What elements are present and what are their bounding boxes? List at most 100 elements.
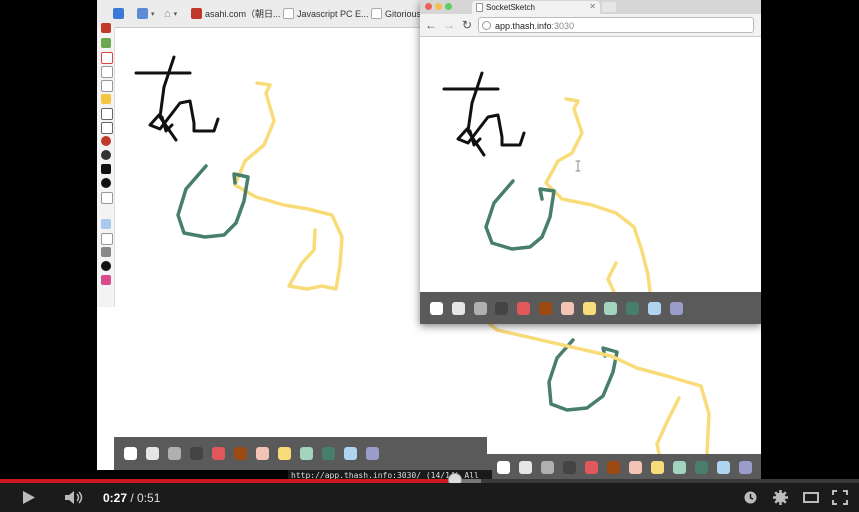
tab-socketsketch[interactable]: SocketSketch ✕ bbox=[472, 1, 600, 14]
volume-icon[interactable] bbox=[64, 490, 84, 505]
bookmark-label: asahi.com（朝日... bbox=[205, 9, 281, 19]
dropdown-arrow-icon: ▾ bbox=[151, 10, 155, 18]
color-swatch[interactable] bbox=[651, 461, 664, 474]
color-swatch[interactable] bbox=[124, 447, 137, 460]
back-arrow-icon[interactable]: ← bbox=[424, 17, 438, 33]
color-swatch[interactable] bbox=[629, 461, 642, 474]
color-swatch[interactable] bbox=[585, 461, 598, 474]
minimize-window-icon[interactable] bbox=[435, 3, 442, 10]
color-swatch[interactable] bbox=[560, 302, 574, 315]
heart-icon[interactable] bbox=[101, 275, 111, 285]
zoom-window-icon[interactable] bbox=[445, 3, 452, 10]
new-tab-button[interactable] bbox=[602, 2, 616, 12]
foreground-browser-window: SocketSketch ✕ ← → ↻ app.thash.info:3030 bbox=[420, 0, 761, 324]
dropdown-arrow-icon: ▾ bbox=[173, 10, 178, 18]
color-swatch[interactable] bbox=[366, 447, 379, 460]
file-icon[interactable] bbox=[101, 192, 113, 204]
color-swatch[interactable] bbox=[519, 461, 532, 474]
color-swatch[interactable] bbox=[497, 461, 510, 474]
watch-later-icon[interactable] bbox=[744, 491, 757, 504]
folder-icon[interactable] bbox=[101, 94, 111, 104]
time-display: 0:27 / 0:51 bbox=[103, 491, 160, 505]
color-swatch[interactable] bbox=[582, 302, 596, 315]
color-swatch[interactable] bbox=[322, 447, 335, 460]
bookmark-gitorious[interactable]: Gitorious bbox=[371, 6, 421, 21]
close-tab-icon[interactable]: ✕ bbox=[589, 2, 596, 11]
bookmark-item[interactable]: ⌂ ▾ bbox=[164, 6, 177, 21]
close-window-icon[interactable] bbox=[425, 3, 432, 10]
gray-app-icon[interactable] bbox=[101, 247, 111, 257]
amazon-icon[interactable] bbox=[101, 233, 113, 245]
color-swatch[interactable] bbox=[673, 461, 686, 474]
window-icon[interactable] bbox=[101, 219, 111, 229]
github-icon[interactable] bbox=[101, 150, 111, 160]
clipboard-icon[interactable] bbox=[101, 108, 113, 120]
bookmark-label: Gitorious bbox=[385, 8, 422, 19]
color-swatch[interactable] bbox=[541, 461, 554, 474]
evernote-icon[interactable] bbox=[101, 38, 111, 48]
chat-icon[interactable] bbox=[101, 66, 113, 78]
adobe-icon[interactable] bbox=[101, 23, 111, 33]
color-swatch[interactable] bbox=[300, 447, 313, 460]
bookmark-asahi[interactable]: asahi.com（朝日... bbox=[191, 6, 281, 21]
color-swatch[interactable] bbox=[739, 461, 752, 474]
color-swatch[interactable] bbox=[604, 302, 618, 315]
time-separator: / bbox=[127, 491, 138, 505]
color-swatch[interactable] bbox=[473, 302, 487, 315]
text-cursor-icon bbox=[575, 160, 581, 172]
globe-icon bbox=[482, 21, 491, 30]
extension-icon-column bbox=[97, 23, 115, 307]
color-swatch[interactable] bbox=[278, 447, 291, 460]
current-time: 0:27 bbox=[103, 491, 128, 505]
color-swatch[interactable] bbox=[648, 302, 661, 315]
pause-icon[interactable] bbox=[101, 164, 111, 174]
color-swatch[interactable] bbox=[669, 302, 683, 315]
theater-mode-icon[interactable] bbox=[803, 492, 819, 503]
gmail-icon[interactable] bbox=[101, 52, 113, 64]
octocat-icon[interactable] bbox=[101, 261, 111, 271]
camera-icon[interactable] bbox=[101, 122, 113, 134]
color-swatch[interactable] bbox=[626, 302, 640, 315]
drawing-canvas[interactable] bbox=[487, 324, 761, 454]
bookmark-item[interactable]: ▾ bbox=[137, 6, 155, 21]
color-swatch[interactable] bbox=[717, 461, 730, 474]
color-swatch[interactable] bbox=[539, 302, 552, 315]
color-swatch[interactable] bbox=[256, 447, 269, 460]
color-swatch[interactable] bbox=[190, 447, 203, 460]
play-icon[interactable] bbox=[22, 490, 36, 505]
yellow-stroke bbox=[487, 324, 711, 454]
bookmark-item[interactable] bbox=[113, 6, 124, 21]
color-palette bbox=[114, 437, 487, 470]
bookmark-javascript[interactable]: Javascript PC E... bbox=[283, 6, 369, 21]
color-swatch[interactable] bbox=[430, 302, 443, 315]
document-icon[interactable] bbox=[101, 80, 113, 92]
color-swatch[interactable] bbox=[495, 302, 509, 315]
color-swatch[interactable] bbox=[563, 461, 576, 474]
yellow-stroke bbox=[233, 81, 344, 291]
color-swatch[interactable] bbox=[344, 447, 357, 460]
color-swatch[interactable] bbox=[517, 302, 531, 315]
address-bar[interactable]: app.thash.info:3030 bbox=[478, 17, 754, 33]
bookmark-icon bbox=[113, 8, 124, 19]
color-swatch[interactable] bbox=[212, 447, 225, 460]
color-swatch[interactable] bbox=[168, 447, 181, 460]
yellow-stroke bbox=[655, 396, 681, 454]
record-icon[interactable] bbox=[101, 136, 111, 146]
color-swatch[interactable] bbox=[451, 302, 465, 315]
bookmark-label: Javascript PC E... bbox=[297, 8, 369, 19]
gear-icon[interactable] bbox=[773, 490, 788, 505]
octocat-icon[interactable] bbox=[101, 178, 111, 188]
drawing-canvas[interactable] bbox=[420, 37, 761, 292]
yellow-stroke bbox=[606, 261, 618, 292]
tag-icon: ⌂ bbox=[164, 7, 171, 20]
color-swatch[interactable] bbox=[607, 461, 620, 474]
black-stroke bbox=[456, 113, 526, 147]
browser-toolbar: ← → ↻ app.thash.info:3030 bbox=[420, 14, 761, 37]
color-swatch[interactable] bbox=[146, 447, 159, 460]
forward-arrow-icon[interactable]: → bbox=[442, 17, 456, 33]
color-swatch[interactable] bbox=[234, 447, 247, 460]
tab-title: SocketSketch bbox=[486, 3, 535, 12]
color-swatch[interactable] bbox=[695, 461, 708, 474]
fullscreen-icon[interactable] bbox=[832, 490, 848, 505]
reload-icon[interactable]: ↻ bbox=[460, 17, 474, 33]
